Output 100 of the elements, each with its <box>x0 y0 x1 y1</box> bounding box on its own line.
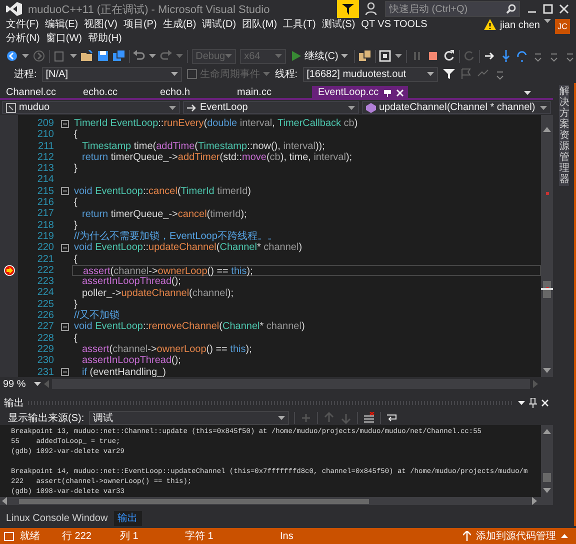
caret-icon[interactable] <box>34 382 41 386</box>
project-dropdown[interactable]: muduo <box>2 101 180 114</box>
line-number: 215 <box>36 186 55 198</box>
breakpoints-window-icon[interactable] <box>379 50 392 62</box>
line-indicator: 行 222 <box>62 530 92 543</box>
close-icon[interactable] <box>558 3 570 15</box>
line-number: 222 <box>36 264 55 276</box>
caret-icon[interactable] <box>524 90 531 94</box>
scroll-down-icon[interactable] <box>543 368 551 373</box>
scroll-right-icon[interactable] <box>532 497 537 505</box>
scroll-thumb[interactable] <box>543 473 551 482</box>
vertical-scrollbar[interactable] <box>541 115 553 377</box>
scroll-thumb[interactable] <box>19 498 369 504</box>
feedback-button[interactable] <box>337 0 359 18</box>
menu-item[interactable]: 团队(M) <box>239 18 280 32</box>
new-project-icon[interactable] <box>54 50 66 62</box>
step-into-icon[interactable] <box>500 50 512 62</box>
caret-icon[interactable] <box>70 54 77 58</box>
save-icon[interactable] <box>96 50 109 62</box>
caret-icon[interactable] <box>278 416 286 420</box>
code-line: { <box>73 254 78 265</box>
menu-item[interactable]: 编辑(E) <box>42 18 82 32</box>
output-source-dropdown[interactable]: 调试 <box>89 410 290 424</box>
code-line: void EventLoop::updateChannel(Channel* channel) <box>73 242 304 254</box>
process-dropdown[interactable]: [N/A] <box>42 66 182 82</box>
caret-icon[interactable] <box>149 54 156 58</box>
panel-tab[interactable]: 输出 <box>114 511 142 526</box>
scroll-up-icon[interactable] <box>543 127 551 132</box>
source-control-button[interactable]: 添加到源代码管理 <box>463 529 576 543</box>
restart-icon[interactable] <box>442 50 455 62</box>
panel-tab[interactable]: Linux Console Window <box>2 511 112 526</box>
filter-icon[interactable] <box>442 68 455 80</box>
char-indicator: 字符 1 <box>185 530 214 543</box>
show-next-statement-icon[interactable] <box>484 50 496 62</box>
zoom-level[interactable]: 99 % <box>3 378 31 390</box>
menu-item[interactable]: 视图(V) <box>81 18 120 32</box>
undo-icon[interactable] <box>133 50 146 62</box>
menu-item[interactable]: 测试(S) <box>318 18 358 32</box>
caret-icon[interactable] <box>544 19 551 23</box>
step-over-icon[interactable] <box>516 50 528 62</box>
menu-item[interactable]: 分析(N) <box>3 32 43 46</box>
caret-icon[interactable] <box>341 54 348 58</box>
caret-icon[interactable] <box>22 54 29 58</box>
scroll-down-icon[interactable] <box>543 488 551 493</box>
member-dropdown[interactable]: updateChannel(Channel * channel) <box>362 101 551 114</box>
scroll-thumb[interactable] <box>541 281 553 298</box>
code-line: void EventLoop::removeChannel(Channel* channel) <box>73 321 306 332</box>
status-text: 就绪 <box>20 530 41 543</box>
menu-item[interactable]: 调试(D) <box>199 18 240 32</box>
menu-item[interactable]: QT VS TOOLS <box>358 18 430 32</box>
clear-all-icon[interactable] <box>363 412 376 424</box>
maximize-icon[interactable] <box>542 3 554 15</box>
code-line: if (eventHandling_) <box>81 366 167 378</box>
status-icon <box>4 532 14 540</box>
menu-item[interactable]: 帮助(H) <box>85 32 125 46</box>
pin-icon[interactable] <box>529 398 537 408</box>
stop-icon[interactable] <box>426 50 439 62</box>
word-wrap-icon[interactable] <box>386 412 398 424</box>
caret-icon[interactable] <box>426 72 434 76</box>
thread-dropdown[interactable]: [16682] muduotest.out <box>302 66 438 82</box>
search-icon[interactable] <box>506 4 516 14</box>
menu-item[interactable]: 工具(T) <box>280 18 319 32</box>
line-number: 226 <box>36 310 55 322</box>
save-all-icon[interactable] <box>112 50 125 62</box>
collapse-icon[interactable] <box>61 368 69 376</box>
document-tab[interactable]: main.cc <box>231 86 308 99</box>
collapse-icon[interactable] <box>61 187 69 196</box>
flag-threads-icon[interactable] <box>460 68 472 80</box>
menu-item[interactable]: 窗口(W) <box>42 32 85 46</box>
scroll-left-icon[interactable] <box>2 497 7 505</box>
menu-item[interactable]: 生成(B) <box>160 18 200 32</box>
person-icon[interactable] <box>365 2 379 16</box>
collapse-icon[interactable] <box>61 322 69 331</box>
close-icon[interactable] <box>541 399 549 407</box>
avatar[interactable]: JC <box>555 19 570 34</box>
scroll-up-icon[interactable] <box>543 429 551 434</box>
forward-icon[interactable] <box>33 50 45 62</box>
document-tab[interactable]: Channel.cc <box>0 86 77 99</box>
account-name[interactable]: jian chen <box>500 19 540 33</box>
document-tab[interactable]: EventLoop.cc <box>312 86 408 99</box>
back-icon[interactable] <box>6 50 18 62</box>
collapse-icon[interactable] <box>61 244 69 252</box>
menu-item[interactable]: 项目(P) <box>120 18 160 32</box>
continue-button[interactable]: 继续(C) <box>290 49 350 63</box>
line-number: 214 <box>36 174 55 186</box>
open-folder-icon[interactable] <box>80 50 93 62</box>
menu-item[interactable]: 文件(F) <box>3 18 42 32</box>
scope-dropdown[interactable]: EventLoop <box>183 101 359 114</box>
document-tab[interactable]: echo.cc <box>77 86 154 99</box>
panel-title: 输出 <box>4 396 24 410</box>
document-tab[interactable]: echo.h <box>154 86 231 99</box>
redo-icon[interactable] <box>160 50 172 62</box>
caret-icon[interactable] <box>170 72 178 76</box>
up-arrow-icon <box>463 531 471 541</box>
pin-icon[interactable] <box>382 88 392 97</box>
find-icon[interactable] <box>358 50 371 62</box>
caret-icon[interactable] <box>518 401 525 405</box>
collapse-icon[interactable] <box>61 120 69 128</box>
solution-explorer-tab[interactable]: 解决方案资源管理器 <box>558 85 568 186</box>
caret-icon[interactable] <box>395 54 402 58</box>
